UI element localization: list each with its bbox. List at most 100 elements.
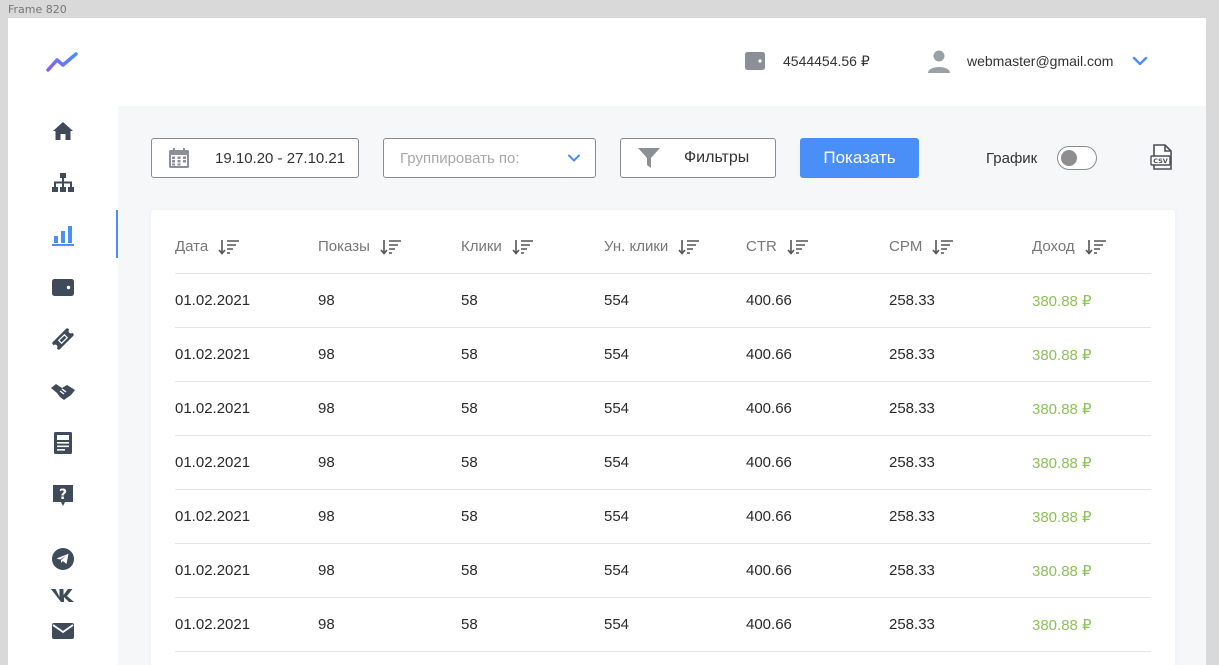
mail-icon <box>52 623 74 639</box>
top-header: 4544454.56 ₽ webmaster@gmail.com <box>8 18 1206 106</box>
sort-icon[interactable] <box>787 239 809 255</box>
cell-ctr: 400.66 <box>746 400 792 417</box>
cell-date: 01.02.2021 <box>175 508 251 525</box>
date-range-picker[interactable]: 19.10.20 - 27.10.21 <box>151 138 359 178</box>
column-header-cpm[interactable]: CPM <box>889 238 1032 255</box>
sidebar-item-news[interactable] <box>50 430 76 456</box>
sort-icon[interactable] <box>1085 239 1107 255</box>
sidebar-item-help[interactable]: ? <box>50 482 76 508</box>
column-header-impressions[interactable]: Показы <box>318 238 461 255</box>
sidebar-item-wallet[interactable] <box>50 274 76 300</box>
cell-income: 380.88 ₽ <box>1032 454 1092 472</box>
show-button[interactable]: Показать <box>800 138 919 178</box>
cell-unique-clicks: 554 <box>604 454 630 471</box>
cell-impressions: 98 <box>318 400 335 417</box>
cell-income: 380.88 ₽ <box>1032 508 1092 526</box>
sort-icon[interactable] <box>380 239 402 255</box>
newspaper-icon <box>54 432 72 454</box>
cell-clicks: 58 <box>461 562 478 579</box>
logo-icon[interactable] <box>46 50 80 74</box>
cell-clicks: 58 <box>461 292 478 309</box>
cell-unique-clicks: 554 <box>604 562 630 579</box>
email-link[interactable] <box>50 618 76 644</box>
cell-impressions: 98 <box>318 454 335 471</box>
cell-cpm: 258.33 <box>889 400 935 417</box>
calendar-icon <box>169 148 189 168</box>
chevron-down-icon[interactable] <box>1131 52 1149 70</box>
cell-cpm: 258.33 <box>889 346 935 363</box>
table-row: 01.02.2021 98 58 554 400.66 258.33 380.8… <box>175 274 1151 328</box>
sidebar-item-partners[interactable] <box>50 378 76 404</box>
cell-income: 380.88 ₽ <box>1032 562 1092 580</box>
cell-unique-clicks: 554 <box>604 508 630 525</box>
wallet-icon <box>745 52 765 70</box>
cell-clicks: 58 <box>461 454 478 471</box>
user-menu[interactable]: webmaster@gmail.com <box>927 49 1149 73</box>
column-header-date[interactable]: Дата <box>175 238 318 255</box>
chart-toggle-label: График <box>986 149 1038 167</box>
table-row: 01.02.2021 98 58 554 400.66 258.33 380.8… <box>175 436 1151 490</box>
user-email: webmaster@gmail.com <box>967 53 1114 69</box>
cell-impressions: 98 <box>318 562 335 579</box>
cell-income: 380.88 ₽ <box>1032 400 1092 418</box>
svg-text:?: ? <box>59 487 67 503</box>
cell-impressions: 98 <box>318 292 335 309</box>
sort-icon[interactable] <box>218 239 240 255</box>
cell-clicks: 58 <box>461 400 478 417</box>
filters-button[interactable]: Фильтры <box>620 138 776 178</box>
balance[interactable]: 4544454.56 ₽ <box>744 50 870 72</box>
chart-toggle-group: График <box>986 146 1098 170</box>
sidebar-item-statistics[interactable] <box>50 222 76 248</box>
cell-cpm: 258.33 <box>889 454 935 471</box>
toggle-knob <box>1061 150 1078 166</box>
column-header-clicks[interactable]: Клики <box>461 238 604 255</box>
cell-date: 01.02.2021 <box>175 292 251 309</box>
table-header: Дата Показы Клики Ун. клики CTR CPM Дохо… <box>175 220 1151 274</box>
cell-unique-clicks: 554 <box>604 346 630 363</box>
cell-unique-clicks: 554 <box>604 616 630 633</box>
toolbar: 19.10.20 - 27.10.21 Группировать по: Фил… <box>118 106 1206 206</box>
sort-icon[interactable] <box>932 239 954 255</box>
table-row: 01.02.2021 98 58 554 400.66 258.33 380.8… <box>175 598 1151 652</box>
stats-table-card: Дата Показы Клики Ун. клики CTR CPM Дохо… <box>151 210 1175 665</box>
cell-income: 380.88 ₽ <box>1032 346 1092 364</box>
telegram-icon <box>52 548 74 570</box>
ticket-icon <box>52 328 74 350</box>
table-row: 01.02.2021 98 58 554 400.66 258.33 380.8… <box>175 328 1151 382</box>
cell-ctr: 400.66 <box>746 346 792 363</box>
chart-toggle[interactable] <box>1057 146 1098 170</box>
column-header-income[interactable]: Доход <box>1032 238 1151 255</box>
table-row: 01.02.2021 98 58 554 400.66 258.33 380.8… <box>175 490 1151 544</box>
user-icon <box>928 50 950 73</box>
sidebar-item-home[interactable] <box>50 118 76 144</box>
sidebar-item-sitemap[interactable] <box>50 170 76 196</box>
telegram-link[interactable] <box>50 546 76 572</box>
column-header-ctr[interactable]: CTR <box>746 238 889 255</box>
app-frame: 4544454.56 ₽ webmaster@gmail.com ? 19.10… <box>8 18 1206 665</box>
cell-ctr: 400.66 <box>746 508 792 525</box>
cell-date: 01.02.2021 <box>175 400 251 417</box>
column-header-unique-clicks[interactable]: Ун. клики <box>604 238 746 255</box>
csv-export-icon[interactable]: CSV <box>1150 144 1174 170</box>
vk-link[interactable] <box>50 582 76 608</box>
svg-text:CSV: CSV <box>1153 157 1168 165</box>
cell-date: 01.02.2021 <box>175 346 251 363</box>
sidebar-item-tickets[interactable] <box>50 326 76 352</box>
cell-ctr: 400.66 <box>746 616 792 633</box>
cell-ctr: 400.66 <box>746 562 792 579</box>
cell-date: 01.02.2021 <box>175 454 251 471</box>
cell-income: 380.88 ₽ <box>1032 292 1092 310</box>
group-by-placeholder: Группировать по: <box>400 149 520 167</box>
handshake-icon <box>51 384 75 400</box>
filters-label: Фильтры <box>684 149 750 166</box>
cell-unique-clicks: 554 <box>604 292 630 309</box>
table-row: 01.02.2021 98 58 554 400.66 258.33 380.8… <box>175 544 1151 598</box>
sort-icon[interactable] <box>512 239 534 255</box>
sort-icon[interactable] <box>678 239 700 255</box>
group-by-select[interactable]: Группировать по: <box>383 138 596 178</box>
cell-clicks: 58 <box>461 508 478 525</box>
cell-cpm: 258.33 <box>889 616 935 633</box>
cell-impressions: 98 <box>318 346 335 363</box>
cell-impressions: 98 <box>318 616 335 633</box>
wallet-icon <box>52 279 74 296</box>
